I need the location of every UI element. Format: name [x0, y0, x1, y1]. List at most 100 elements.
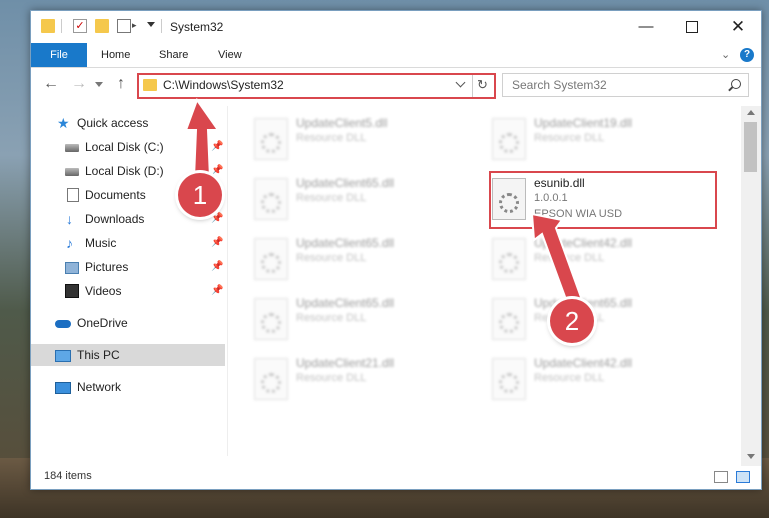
expand-ribbon-chevron-icon[interactable]: ⌄: [721, 48, 730, 61]
address-bar[interactable]: C:\Windows\System32 ↻: [137, 73, 496, 99]
sidebar-item-videos[interactable]: Videos 📌: [31, 280, 225, 302]
gear-icon: [261, 193, 281, 213]
sidebar-item-network[interactable]: Network: [31, 376, 225, 398]
pictures-icon: [65, 262, 79, 274]
pin-icon: 📌: [211, 261, 224, 272]
sidebar-item-label: Local Disk (D:): [85, 164, 164, 178]
star-icon: ★: [57, 115, 70, 131]
file-name: UpdateClient5.dll: [296, 116, 388, 130]
details-view-icon[interactable]: [714, 471, 728, 483]
refresh-icon[interactable]: ↻: [477, 77, 488, 93]
annotation-callout-1: 1: [178, 173, 222, 217]
file-name: UpdateClient21.dll: [296, 356, 395, 370]
tab-share[interactable]: Share: [159, 43, 188, 67]
dll-file-icon: [492, 118, 526, 160]
properties-check-icon[interactable]: ✓: [73, 19, 87, 33]
sidebar-item-label: Documents: [85, 188, 146, 202]
minimize-icon: —: [638, 18, 654, 35]
file-name: UpdateClient65.dll: [296, 296, 395, 310]
close-button[interactable]: ✕: [715, 11, 761, 43]
search-icon[interactable]: [731, 79, 741, 89]
gear-icon: [499, 133, 519, 153]
download-icon: ↓: [66, 211, 73, 227]
tab-file[interactable]: File: [31, 43, 87, 67]
file-item[interactable]: UpdateClient65.dll Resource DLL: [248, 172, 468, 228]
sidebar-item-label: Pictures: [85, 260, 129, 274]
gear-icon: [261, 253, 281, 273]
dll-file-icon: [254, 298, 288, 340]
sidebar-item-this-pc[interactable]: This PC: [31, 344, 225, 366]
ribbon-tabs: File Home Share View ⌄ ?: [31, 43, 761, 68]
file-type: Resource DLL: [296, 252, 367, 264]
cloud-icon: [55, 320, 71, 328]
dll-file-icon: [254, 358, 288, 400]
file-type: Resource DLL: [534, 252, 605, 264]
minimize-button[interactable]: —: [623, 11, 669, 43]
rename-icon[interactable]: [117, 19, 131, 33]
sidebar-item-label: Downloads: [85, 212, 145, 226]
file-name: UpdateClient65.dll: [296, 236, 395, 250]
sidebar-item-local-disk-c[interactable]: Local Disk (C:) 📌: [31, 136, 225, 158]
tab-view[interactable]: View: [218, 43, 242, 67]
window-title: System32: [170, 20, 224, 34]
dll-file-icon: [492, 298, 526, 340]
file-item[interactable]: UpdateClient65.dll Resource DLL: [248, 232, 468, 288]
sidebar-item-quick-access[interactable]: ★ Quick access: [31, 112, 225, 134]
gear-icon: [499, 313, 519, 333]
sidebar-item-pictures[interactable]: Pictures 📌: [31, 256, 225, 278]
help-icon[interactable]: ?: [740, 48, 754, 62]
new-folder-icon[interactable]: [95, 19, 109, 33]
sidebar-item-onedrive[interactable]: OneDrive: [31, 312, 225, 334]
maximize-button[interactable]: [669, 11, 715, 43]
sidebar-item-music[interactable]: ♪ Music 📌: [31, 232, 225, 254]
recent-locations-chevron-icon[interactable]: [95, 82, 103, 87]
file-item[interactable]: UpdateClient65.dll Resource DLL: [248, 292, 468, 348]
file-type: Resource DLL: [296, 372, 367, 384]
pin-icon: 📌: [211, 285, 224, 296]
file-name: UpdateClient42.dll: [534, 356, 633, 370]
customize-toolbar-chevron-icon[interactable]: [147, 22, 155, 27]
back-button-icon[interactable]: ←: [43, 76, 59, 92]
maximize-icon: [686, 21, 698, 34]
folder-icon: [41, 19, 55, 33]
file-type: Resource DLL: [296, 132, 367, 144]
dll-file-icon: [492, 358, 526, 400]
videos-icon: [65, 284, 79, 298]
network-icon: [55, 382, 71, 394]
scrollbar-thumb[interactable]: [744, 122, 757, 172]
up-button-icon[interactable]: ↑: [117, 76, 125, 92]
close-icon: ✕: [730, 17, 746, 36]
address-divider: [472, 75, 473, 97]
address-dropdown-chevron-icon[interactable]: [455, 77, 466, 88]
navigation-bar: ← → ↑ C:\Windows\System32 ↻ Search Syste…: [31, 68, 761, 101]
large-icons-view-icon[interactable]: [736, 471, 750, 483]
drive-icon: [65, 168, 79, 176]
dll-file-icon: [492, 238, 526, 280]
gear-icon: [261, 133, 281, 153]
computer-icon: [55, 350, 71, 362]
search-input[interactable]: Search System32: [502, 73, 749, 97]
file-item[interactable]: UpdateClient21.dll Resource DLL: [248, 352, 468, 408]
scroll-up-arrow-icon[interactable]: [747, 110, 755, 115]
scroll-down-arrow-icon[interactable]: [747, 454, 755, 459]
file-item[interactable]: UpdateClient65.dll Resource DLL: [486, 292, 706, 348]
file-item[interactable]: UpdateClient5.dll Resource DLL: [248, 112, 468, 168]
tab-home[interactable]: Home: [101, 43, 130, 67]
vertical-scrollbar[interactable]: [741, 106, 761, 466]
gear-icon: [499, 253, 519, 273]
sidebar-item-label: Quick access: [77, 116, 149, 130]
file-type: Resource DLL: [296, 192, 367, 204]
forward-button-icon[interactable]: →: [71, 76, 87, 92]
address-path[interactable]: C:\Windows\System32: [163, 78, 284, 92]
sidebar-item-label: Videos: [85, 284, 122, 298]
file-item[interactable]: UpdateClient19.dll Resource DLL: [486, 112, 706, 168]
drive-icon: [65, 144, 79, 152]
annotation-callout-2: 2: [550, 299, 594, 343]
file-name: UpdateClient42.dll: [534, 236, 633, 250]
pin-icon: 📌: [211, 213, 224, 224]
pin-icon: 📌: [211, 141, 224, 152]
file-item[interactable]: UpdateClient42.dll Resource DLL: [486, 232, 706, 288]
item-count: 184 items: [44, 470, 92, 482]
file-item[interactable]: UpdateClient42.dll Resource DLL: [486, 352, 706, 408]
status-bar: 184 items: [31, 466, 761, 488]
